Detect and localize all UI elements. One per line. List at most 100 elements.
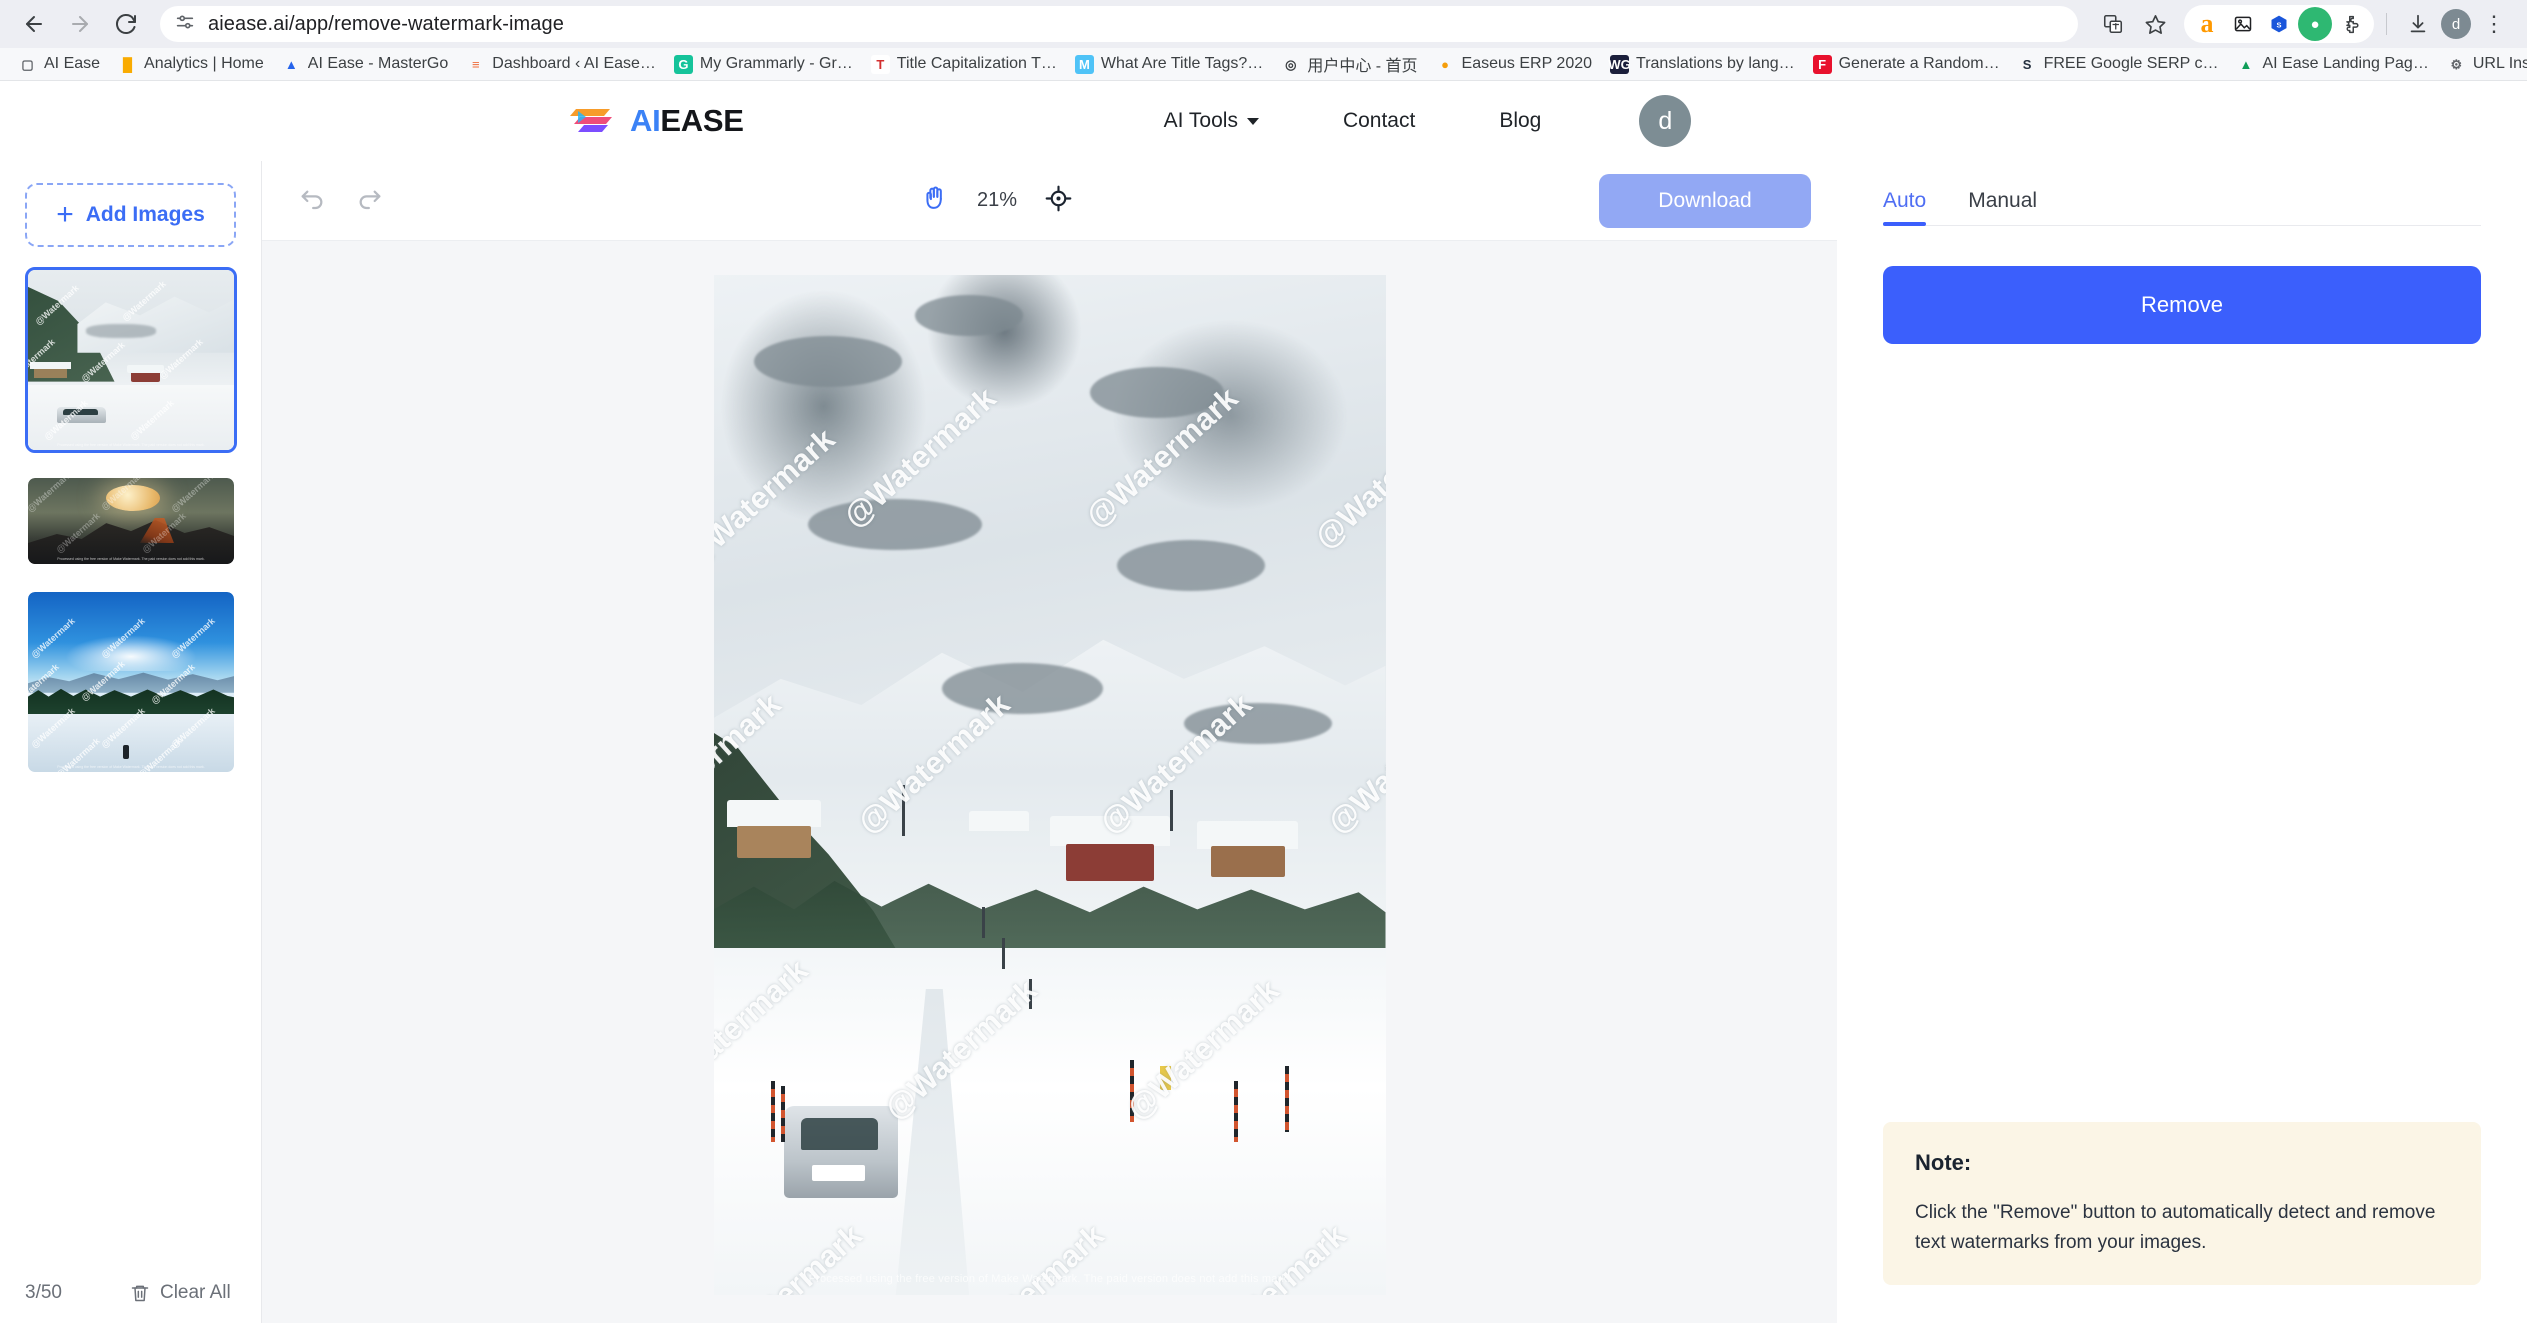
translate-icon[interactable] (2094, 5, 2132, 43)
bookmark-favicon-icon: ▢ (21, 56, 34, 72)
sidebar-footer: 3/50 Clear All (0, 1263, 261, 1323)
bookmark-item[interactable]: T Title Capitalization T… (863, 52, 1065, 77)
canvas-area[interactable]: @Watermark @Watermark @Watermark @Waterm… (262, 241, 1837, 1323)
photo-hut (737, 825, 811, 859)
forward-button[interactable] (60, 4, 100, 44)
photo-roof (726, 800, 822, 827)
bookmark-favicon-icon: M (1074, 54, 1094, 74)
image-extension-icon[interactable] (2226, 7, 2260, 41)
bookmark-label: Easeus ERP 2020 (1461, 55, 1593, 72)
clear-all-button[interactable]: Clear All (130, 1282, 231, 1304)
bookmark-item[interactable]: ● Easeus ERP 2020 (1428, 52, 1600, 77)
tab-auto[interactable]: Auto (1883, 189, 1927, 226)
add-images-button[interactable]: + Add Images (25, 183, 236, 247)
undo-button[interactable] (288, 177, 336, 225)
thumbnail-winter-lake-hiker[interactable]: @Watermark @Watermark @Watermark @Waterm… (25, 589, 237, 775)
bookmarks-bar: ▢ AI Ease █ Analytics | Home ▲ AI Ease - Mast… (0, 48, 2527, 81)
bookmark-item[interactable]: ◎ 用户中心 - 首页 (1273, 49, 1425, 79)
bot-extension-icon[interactable]: ● (2298, 7, 2332, 41)
seo-extension-icon[interactable]: S (2262, 7, 2296, 41)
reload-button[interactable] (106, 4, 146, 44)
bookmark-item[interactable]: WG Translations by lang… (1602, 52, 1803, 77)
bookmark-label: Translations by lang… (1636, 55, 1795, 72)
hand-tool-button[interactable] (921, 184, 949, 217)
redo-button[interactable] (346, 177, 394, 225)
bookmark-item[interactable]: ≡ Dashboard ‹ AI Ease… (458, 52, 664, 77)
site-nav: AI Tools Contact Blog (1122, 109, 1584, 133)
bookmark-item[interactable]: S FREE Google SERP c… (2010, 52, 2227, 77)
bookmark-label: Title Capitalization T… (896, 55, 1057, 72)
amazon-extension-icon[interactable]: a (2190, 7, 2224, 41)
hand-icon (926, 186, 942, 209)
bookmark-label: AI Ease (44, 55, 101, 72)
thumb-watermark: @Watermark (169, 478, 218, 514)
thumb-caption: Processed using the free version of Make… (57, 443, 205, 447)
add-images-label: Add Images (85, 203, 205, 226)
chevron-down-icon (1246, 117, 1259, 125)
photo-marker-stick (982, 907, 986, 938)
kebab-menu-icon[interactable]: ⋮ (2475, 5, 2513, 43)
bookmark-label: Dashboard ‹ AI Ease… (492, 55, 656, 72)
undo-arrow-icon (301, 190, 323, 209)
bookmark-item[interactable]: F Generate a Random… (1805, 52, 2008, 77)
back-button[interactable] (14, 4, 54, 44)
bookmark-item[interactable]: M What Are Title Tags?… (1067, 52, 1271, 77)
nav-item-ai-tools[interactable]: AI Tools (1122, 109, 1301, 133)
omnibox-row: aiease.ai/app/remove-watermark-image a S… (0, 0, 2527, 48)
nav-item-label: AI Tools (1163, 109, 1238, 132)
thumbnail-moonrise-volcano[interactable]: @Watermark @Watermark @Watermark @Waterm… (25, 475, 237, 567)
photo-rock (915, 295, 1023, 337)
bookmark-item[interactable]: ▲ AI Ease Landing Pag… (2228, 52, 2436, 77)
extensions-pill: a S ● (2184, 5, 2374, 43)
photo-marker-stick (1002, 938, 1006, 969)
nav-item-contact[interactable]: Contact (1301, 109, 1457, 133)
tab-manual[interactable]: Manual (1968, 189, 2037, 225)
browser-chrome: aiease.ai/app/remove-watermark-image a S… (0, 0, 2527, 81)
download-icon[interactable] (2399, 5, 2437, 43)
target-crosshair-icon (1045, 185, 1072, 211)
chrome-profile-avatar[interactable]: d (2441, 9, 2471, 39)
bookmark-item[interactable]: ⚙ URL Inspection (2439, 52, 2527, 77)
address-bar[interactable]: aiease.ai/app/remove-watermark-image (160, 6, 2078, 42)
fit-to-screen-button[interactable] (1045, 185, 1072, 217)
thumb-caption: Processed using the free version of Make… (57, 765, 205, 769)
site-logo[interactable]: AIEASE (570, 103, 744, 139)
photo-snow-pole (770, 1080, 775, 1142)
editor-photo[interactable]: @Watermark @Watermark @Watermark @Waterm… (713, 275, 1386, 1295)
bookmark-item[interactable]: ▢ AI Ease (10, 52, 108, 77)
aiease-logo-icon (570, 103, 616, 139)
bookmark-item[interactable]: G My Grammarly - Gr… (666, 52, 861, 77)
thumb-watermark: @Watermark (28, 478, 73, 514)
chrome-actions: a S ● d ⋮ (2094, 5, 2513, 43)
bookmark-favicon-icon: █ (122, 56, 133, 72)
bookmark-item[interactable]: ▲ AI Ease - MasterGo (274, 52, 457, 77)
bookmark-favicon-icon: ▲ (284, 56, 298, 72)
bookmark-favicon-icon: ⚙ (2450, 56, 2463, 72)
note-box: Note: Click the "Remove" button to autom… (1883, 1122, 2481, 1285)
thumbnail-snow-village-road[interactable]: @Watermark @Watermark @Watermark @Waterm… (25, 267, 237, 453)
bookmark-label: URL Inspection (2472, 55, 2527, 72)
canvas-column: 21% Download @Watermark @Watermark @Wate… (262, 161, 1837, 1323)
image-sidebar: + Add Images @Watermark @Watermark @Wate… (0, 161, 262, 1323)
remove-button[interactable]: Remove (1883, 266, 2481, 344)
photo-caption: Processed using the free version of Make… (808, 1273, 1291, 1285)
bookmark-favicon-icon: ● (1441, 56, 1449, 72)
site-info-icon[interactable] (174, 11, 196, 38)
mode-tabs: Auto Manual (1883, 161, 2481, 226)
photo-roof (1197, 820, 1299, 850)
nav-item-blog[interactable]: Blog (1457, 109, 1583, 133)
bookmark-favicon-icon: G (673, 54, 693, 74)
bookmark-label: My Grammarly - Gr… (699, 55, 853, 72)
photo-snow-pole (1234, 1080, 1239, 1142)
bookmark-label: Generate a Random… (1838, 55, 2000, 72)
photo-hut (1210, 846, 1285, 877)
bookmark-label: AI Ease Landing Pag… (2262, 55, 2429, 72)
download-button[interactable]: Download (1599, 173, 1811, 228)
bookmark-favicon-icon: ◎ (1285, 56, 1297, 72)
clear-all-label: Clear All (159, 1282, 231, 1303)
bookmark-item[interactable]: █ Analytics | Home (110, 52, 272, 77)
bookmark-star-icon[interactable] (2136, 5, 2174, 43)
puzzle-extensions-icon[interactable] (2334, 7, 2368, 41)
bookmark-favicon-icon: S (2022, 56, 2032, 72)
site-profile-avatar[interactable]: d (1639, 95, 1692, 147)
